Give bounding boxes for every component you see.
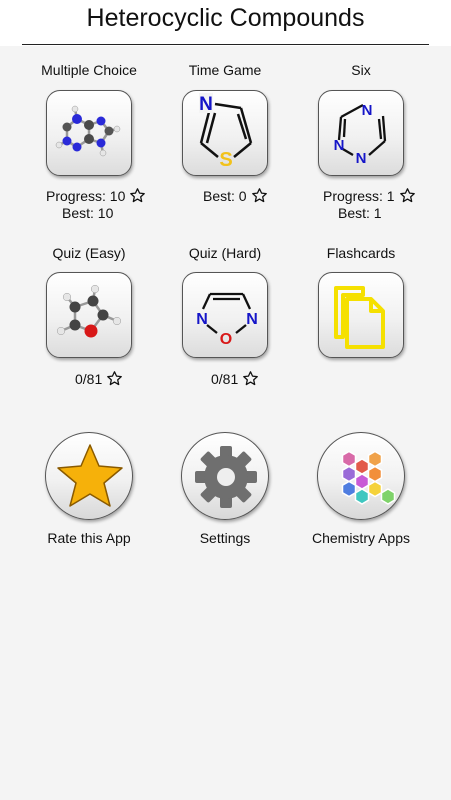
chemistry-apps-label: Chemistry Apps (311, 530, 411, 546)
settings-label: Settings (199, 530, 251, 546)
nitrogen-atom-label: N (362, 102, 373, 119)
nitrogen-atom-label: N (196, 311, 208, 328)
quiz-easy-button[interactable] (46, 272, 132, 358)
nitrogen-atom-label: N (199, 94, 213, 115)
chemistry-apps-button[interactable] (317, 432, 405, 520)
nitrogen-atom-label: N (334, 137, 345, 154)
multiple-choice-label: Multiple Choice (41, 62, 137, 78)
quiz-hard-button[interactable]: N N O (182, 272, 268, 358)
multiple-choice-progress-text: Progress: 10 (46, 187, 126, 204)
star-outline-icon (399, 188, 415, 203)
six-progress-text: Progress: 1 (323, 187, 395, 204)
main-menu: Multiple Choice Progress: 10 Best: 10 Ti… (0, 46, 451, 800)
nitrogen-atom-label: N (356, 150, 367, 167)
sulfur-atom-label: S (219, 149, 232, 171)
triazine-structure-icon: N N N (334, 102, 387, 167)
purine-molecule-icon (55, 105, 121, 157)
nitrogen-atom-label: N (246, 311, 258, 328)
time-game-button[interactable]: N S (182, 90, 268, 176)
flashcards-icon (334, 286, 385, 349)
page-title: Heterocyclic Compounds (86, 4, 365, 32)
flashcards-label: Flashcards (326, 245, 396, 261)
six-label: Six (351, 62, 371, 78)
furan-molecule-icon (56, 284, 122, 338)
multiple-choice-progress: Progress: 10 (46, 187, 146, 204)
multiple-choice-best: Best: 10 (62, 205, 114, 221)
hexagons-icon (341, 450, 396, 505)
settings-button[interactable] (181, 432, 269, 520)
time-game-best-text: Best: 0 (203, 187, 247, 204)
star-outline-icon (243, 371, 259, 386)
six-progress: Progress: 1 (323, 187, 416, 204)
oxygen-atom-label: O (220, 331, 232, 348)
multiple-choice-button[interactable] (46, 90, 132, 176)
star-outline-icon (251, 188, 267, 203)
rate-app-label: Rate this App (47, 530, 131, 546)
quiz-hard-label: Quiz (Hard) (188, 245, 262, 261)
star-icon (57, 444, 123, 507)
quiz-hard-score: 0/81 (211, 370, 259, 387)
star-outline-icon (130, 188, 146, 203)
six-button[interactable]: N N N (318, 90, 404, 176)
quiz-hard-score-text: 0/81 (211, 370, 239, 387)
thiazole-structure-icon: N S (199, 93, 253, 171)
quiz-easy-score: 0/81 (75, 370, 123, 387)
time-game-best: Best: 0 (203, 187, 268, 204)
rate-app-button[interactable] (45, 432, 133, 520)
flashcards-button[interactable] (318, 272, 404, 358)
gear-icon (195, 446, 257, 508)
quiz-easy-label: Quiz (Easy) (52, 245, 126, 261)
time-game-label: Time Game (188, 62, 262, 78)
oxadiazole-structure-icon: N N O (196, 292, 258, 348)
quiz-easy-score-text: 0/81 (75, 370, 103, 387)
star-outline-icon (107, 371, 123, 386)
title-divider (22, 44, 429, 45)
six-best: Best: 1 (338, 205, 382, 221)
